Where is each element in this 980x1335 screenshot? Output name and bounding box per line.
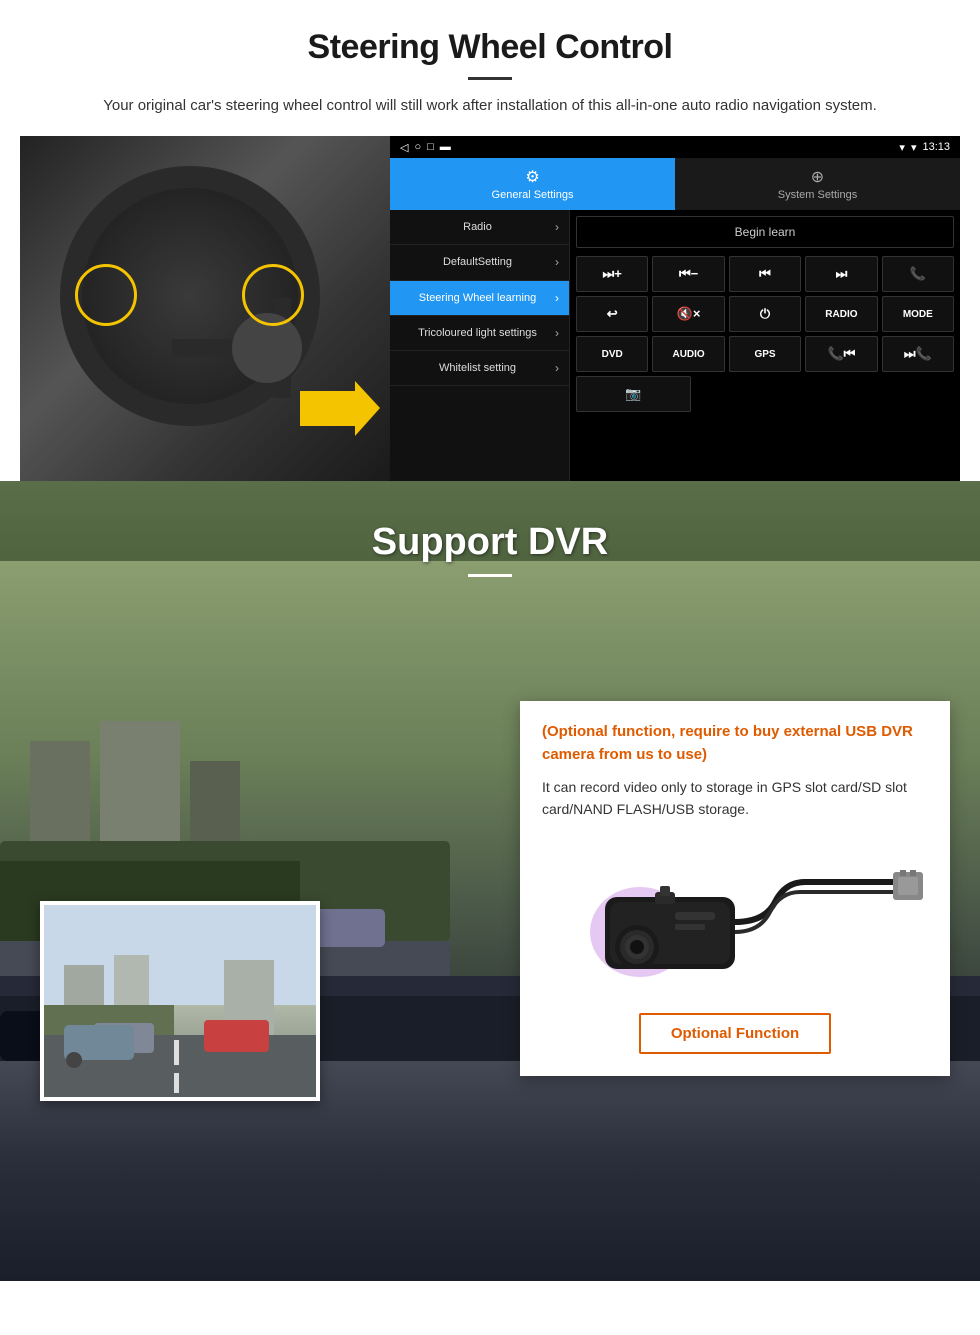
sw-circle-right (242, 264, 304, 326)
chevron-right-icon: › (555, 255, 559, 269)
audio-btn[interactable]: AUDIO (652, 336, 724, 372)
camera-btn[interactable]: 📷 (576, 376, 691, 412)
gear-icon: ⚙ (525, 167, 539, 187)
gps-btn[interactable]: GPS (729, 336, 801, 372)
menu-item-steering[interactable]: Steering Wheel learning › (390, 281, 569, 316)
steering-title: Steering Wheel Control (40, 28, 940, 67)
next-track-btn[interactable]: ⏭ (805, 256, 877, 292)
tab-general[interactable]: ⚙ General Settings (390, 158, 675, 210)
status-time: 13:13 (922, 141, 950, 153)
radio-btn[interactable]: RADIO (805, 296, 877, 332)
dvr-section: Support DVR (0, 481, 980, 1281)
tab-system[interactable]: ⊕ System Settings (675, 158, 960, 210)
steering-wheel-photo (20, 136, 390, 481)
nav-home-icon: ○ (414, 141, 421, 153)
dvr-desc-text: It can record video only to storage in G… (542, 776, 928, 821)
steering-section: Steering Wheel Control Your original car… (0, 0, 980, 118)
wifi-icon: ▾ (911, 141, 917, 154)
menu-panel: Radio › DefaultSetting › Steering Wheel … (390, 210, 570, 481)
chevron-right-icon: › (555, 326, 559, 340)
steering-subtitle: Your original car's steering wheel contr… (60, 94, 920, 118)
menu-item-radio[interactable]: Radio › (390, 210, 569, 245)
ctrl-row-3: DVD AUDIO GPS 📞⏮ ⏭📞 (576, 336, 954, 372)
begin-learn-row: Begin learn (576, 216, 954, 248)
nav-recent-icon: □ (427, 141, 434, 153)
nav-back-icon: ◁ (400, 141, 408, 154)
tab-system-label: System Settings (778, 189, 857, 201)
mute-btn[interactable]: 🔇× (652, 296, 724, 332)
next-call-btn[interactable]: ⏭📞 (882, 336, 954, 372)
title-divider (468, 77, 512, 80)
signal-icon: ▾ (899, 141, 905, 154)
dvr-title: Support DVR (0, 521, 980, 564)
ctrl-row-1: ⏭+ ⏮− ⏮ ⏭ 📞 (576, 256, 954, 292)
ctrl-row-4: 📷 (576, 376, 954, 412)
call-prev-btn[interactable]: 📞⏮ (805, 336, 877, 372)
mode-btn[interactable]: MODE (882, 296, 954, 332)
tab-general-label: General Settings (492, 189, 574, 201)
dvr-divider (468, 574, 512, 577)
nav-media-icon: ▬ (440, 141, 451, 153)
dvr-title-area: Support DVR (0, 481, 980, 597)
dvr-preview-svg (44, 905, 320, 1101)
begin-learn-button[interactable]: Begin learn (576, 216, 954, 248)
dvr-camera-svg (545, 842, 925, 992)
dvr-info-card: (Optional function, require to buy exter… (520, 701, 950, 1076)
dvr-preview-photo (40, 901, 320, 1101)
ctrl-row-2: ↩ 🔇× ⏻ RADIO MODE (576, 296, 954, 332)
android-statusbar: ◁ ○ □ ▬ ▾ ▾ 13:13 (390, 136, 960, 158)
chevron-right-icon: › (555, 361, 559, 375)
vol-up-btn[interactable]: ⏭+ (576, 256, 648, 292)
head-unit-container: ◁ ○ □ ▬ ▾ ▾ 13:13 ⚙ General Settings ⊕ S… (20, 136, 960, 481)
dvd-btn[interactable]: DVD (576, 336, 648, 372)
arrow-icon (300, 381, 380, 436)
vol-down-btn[interactable]: ⏮− (652, 256, 724, 292)
hangup-btn[interactable]: ↩ (576, 296, 648, 332)
android-ui-panel: ◁ ○ □ ▬ ▾ ▾ 13:13 ⚙ General Settings ⊕ S… (390, 136, 960, 481)
power-btn[interactable]: ⏻ (729, 296, 801, 332)
menu-item-whitelist[interactable]: Whitelist setting › (390, 351, 569, 386)
android-tabs: ⚙ General Settings ⊕ System Settings (390, 158, 960, 210)
control-panel: Begin learn ⏭+ ⏮− ⏮ ⏭ 📞 ↩ 🔇× ⏻ RADIO MOD… (570, 210, 960, 481)
dvr-optional-text: (Optional function, require to buy exter… (542, 721, 928, 766)
optional-function-button[interactable]: Optional Function (639, 1013, 831, 1054)
sw-circle-left (75, 264, 137, 326)
chevron-right-icon: › (555, 291, 559, 305)
menu-item-default[interactable]: DefaultSetting › (390, 245, 569, 280)
menu-item-tricoloured[interactable]: Tricoloured light settings › (390, 316, 569, 351)
system-icon: ⊕ (811, 167, 824, 187)
android-content: Radio › DefaultSetting › Steering Wheel … (390, 210, 960, 481)
chevron-right-icon: › (555, 220, 559, 234)
prev-track-btn[interactable]: ⏮ (729, 256, 801, 292)
call-btn[interactable]: 📞 (882, 256, 954, 292)
dvr-camera-illustration (542, 837, 928, 997)
